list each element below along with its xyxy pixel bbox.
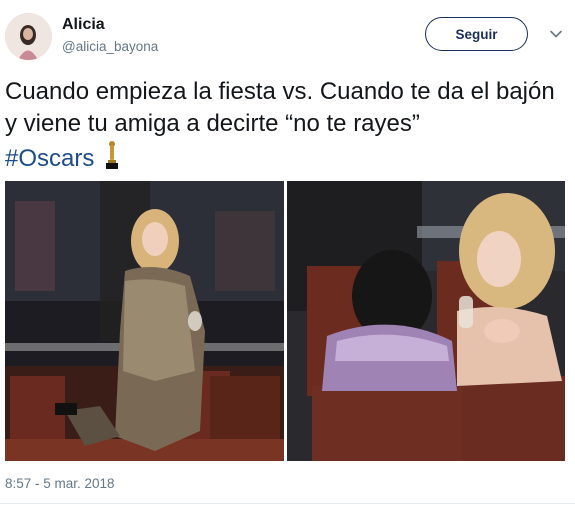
media-grid <box>5 181 565 461</box>
chevron-down-icon[interactable] <box>548 26 564 42</box>
follow-button[interactable]: Seguir <box>425 17 528 51</box>
hashtag-link[interactable]: #Oscars <box>5 145 94 172</box>
photo-left[interactable] <box>5 181 284 461</box>
photo-right[interactable] <box>287 181 565 461</box>
avatar[interactable] <box>5 13 52 60</box>
avatar-image <box>5 13 52 60</box>
tweet-body: Cuando empieza la fiesta vs. Cuando te d… <box>5 78 555 137</box>
trophy-icon <box>106 141 119 169</box>
user-handle[interactable]: @alicia_bayona <box>62 39 158 54</box>
photo-left-image <box>5 181 284 461</box>
tweet-text: Cuando empieza la fiesta vs. Cuando te d… <box>5 76 570 175</box>
tweet-timestamp[interactable]: 8:57 - 5 mar. 2018 <box>5 476 115 491</box>
divider <box>0 503 575 504</box>
photo-right-image <box>287 181 565 461</box>
user-name[interactable]: Alicia <box>62 16 105 34</box>
